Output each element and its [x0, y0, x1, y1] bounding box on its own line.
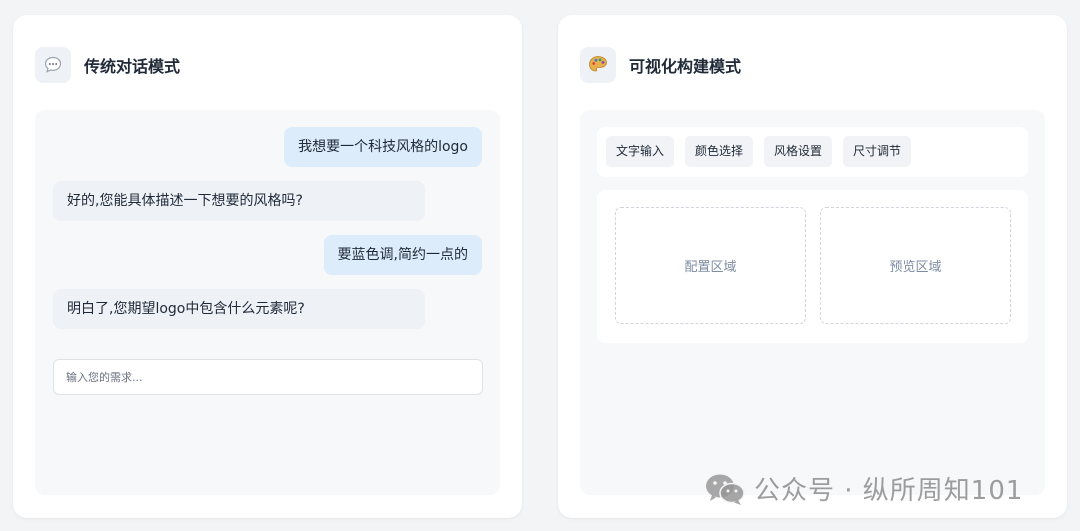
size-adjust-button[interactable]: 尺寸调节 [843, 136, 912, 167]
chat-panel: 我想要一个科技风格的logo 好的,您能具体描述一下想要的风格吗? 要蓝色调,简… [35, 110, 500, 495]
watermark-text: 公众号 · 纵所周知101 [754, 476, 1024, 506]
user-message: 要蓝色调,简约一点的 [323, 235, 482, 275]
speech-bubble-icon [35, 47, 71, 83]
text-input-button[interactable]: 文字输入 [606, 136, 675, 167]
chat-input[interactable] [53, 359, 483, 395]
preview-zone[interactable]: 预览区域 [820, 207, 1011, 324]
color-select-button[interactable]: 颜色选择 [685, 136, 754, 167]
style-settings-button[interactable]: 风格设置 [764, 136, 833, 167]
card-title: 可视化构建模式 [629, 57, 742, 76]
palette-icon [580, 47, 616, 83]
traditional-chat-card: 传统对话模式 我想要一个科技风格的logo 好的,您能具体描述一下想要的风格吗?… [13, 15, 522, 518]
card-header: 传统对话模式 [35, 47, 180, 83]
config-zone[interactable]: 配置区域 [615, 207, 806, 324]
bot-message: 明白了,您期望logo中包含什么元素呢? [53, 289, 425, 329]
watermark: 公众号 · 纵所周知101 [704, 470, 1023, 507]
builder-workarea: 配置区域 预览区域 [597, 190, 1028, 343]
wechat-icon [706, 474, 745, 505]
builder-toolbar: 文字输入 颜色选择 风格设置 尺寸调节 [597, 127, 1028, 177]
user-message: 我想要一个科技风格的logo [284, 127, 482, 167]
card-header: 可视化构建模式 [580, 47, 741, 83]
visual-builder-card: 可视化构建模式 文字输入 颜色选择 风格设置 尺寸调节 配置区域 预览区域 [558, 15, 1067, 518]
card-title: 传统对话模式 [84, 57, 181, 76]
builder-panel: 文字输入 颜色选择 风格设置 尺寸调节 配置区域 预览区域 [580, 110, 1045, 495]
bot-message: 好的,您能具体描述一下想要的风格吗? [53, 181, 425, 221]
